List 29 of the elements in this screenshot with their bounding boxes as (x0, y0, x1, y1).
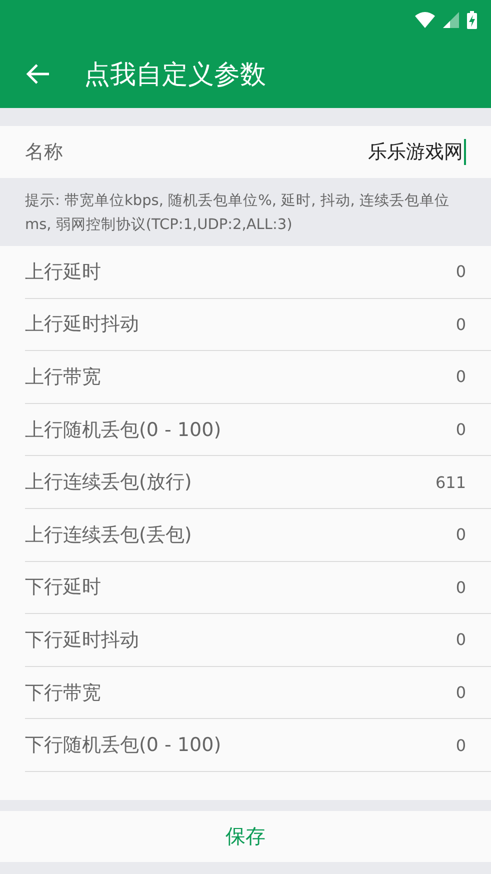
parameter-value[interactable]: 611 (435, 472, 466, 492)
back-arrow-icon[interactable] (26, 63, 50, 85)
parameter-label: 上行带宽 (25, 364, 101, 390)
parameter-value[interactable]: 0 (456, 262, 466, 282)
signal-icon (443, 12, 459, 28)
parameter-value[interactable]: 0 (456, 683, 466, 702)
parameter-label: 上行连续丢包(丢包) (25, 522, 192, 548)
parameter-label: 下行延时 (25, 575, 101, 600)
parameter-value[interactable]: 0 (456, 630, 466, 650)
parameter-value[interactable]: 0 (456, 367, 466, 386)
parameter-label: 下行延时抖动 (25, 628, 139, 653)
save-button[interactable]: 保存 (0, 811, 491, 862)
parameter-label: 下行随机丢包(0 - 100) (25, 733, 222, 758)
name-field[interactable]: 乐乐游戏网 (368, 139, 466, 165)
parameter-value[interactable]: 0 (456, 736, 466, 755)
parameter-value[interactable]: 0 (456, 578, 466, 597)
parameter-value[interactable]: 0 (456, 525, 466, 544)
screen-title: 点我自定义参数 (84, 58, 266, 92)
parameter-label: 上行延时 (25, 260, 101, 285)
parameter-label: 下行带宽 (25, 680, 101, 706)
parameter-label: 上行延时抖动 (25, 312, 139, 338)
parameter-value[interactable]: 0 (456, 314, 466, 334)
parameter-value[interactable]: 0 (456, 420, 466, 440)
parameter-label: 上行连续丢包(放行) (25, 470, 192, 496)
wifi-icon (415, 12, 435, 28)
name-label: 名称 (25, 140, 63, 165)
parameter-label: 上行随机丢包(0 - 100) (25, 418, 222, 443)
battery-icon (467, 11, 477, 29)
hint-text: 提示: 带宽单位kbps, 随机丢包单位%, 延时, 抖动, 连续丢包单位ms, 弱网控制协议(TCP:1,UDP:2,ALL:3) (24, 192, 451, 235)
